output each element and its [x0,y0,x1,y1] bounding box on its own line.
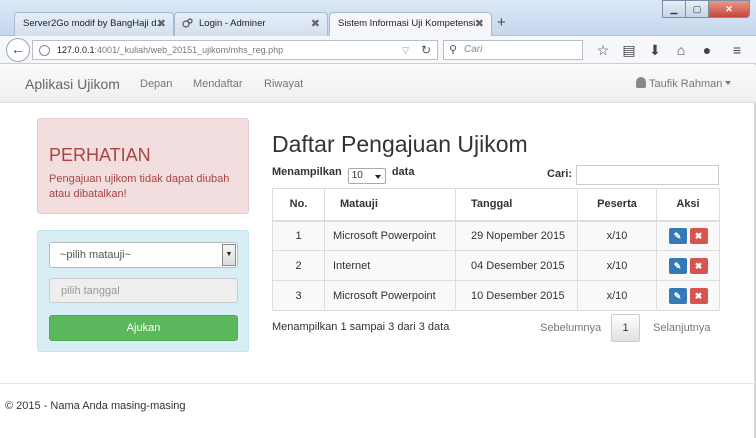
ajukan-button[interactable]: Ajukan [49,315,238,341]
download-icon[interactable]: ⬇ [642,41,668,59]
new-tab-icon[interactable]: + [497,14,506,31]
cell-tanggal: 04 Desember 2015 [455,250,578,281]
browser-search-input[interactable]: ⚲ Cari [443,40,583,60]
warning-alert: PERHATIAN Pengajuan ujikom tidak dapat d… [37,118,249,214]
caret-down-icon [725,81,732,85]
date-input[interactable]: pilih tanggal [49,278,238,303]
pagination-prev[interactable]: Sebelumnya [540,322,601,334]
cell-aksi: ✎ ✖ [656,280,720,311]
alert-title: PERHATIAN [49,145,151,165]
app-navbar: Aplikasi Ujikom Depan Mendaftar Riwayat … [0,65,756,103]
length-suffix: data [391,166,415,178]
column-header-aksi: Aksi [656,188,720,222]
maximize-icon[interactable]: ▢ [685,0,709,18]
tab-adminer[interactable]: Login - Adminer ✖ [174,12,328,36]
cell-tanggal: 29 Nopember 2015 [455,220,578,251]
dropdown-arrow-icon[interactable]: ▼ [222,244,236,266]
home-icon[interactable]: ⌂ [668,41,694,59]
matauji-select-value: ~pilih matauji~ [60,249,131,261]
table-row: 2 Internet 04 Desember 2015 x/10 ✎ ✖ [272,250,720,281]
table-row: 1 Microsoft Powerpoint 29 Nopember 2015 … [272,220,720,251]
column-header-tanggal[interactable]: Tanggal [455,188,578,222]
column-header-peserta[interactable]: Peserta [577,188,657,222]
pengajuan-table: No. Matauji Tanggal Peserta Aksi 1 Micro… [272,188,720,311]
window-controls: ▁ ▢ ✕ [662,0,750,18]
cell-peserta: x/10 [577,250,657,281]
footer-text: © 2015 - Nama Anda masing-masing [5,400,186,412]
back-arrow-icon[interactable]: ← [6,38,30,62]
delete-icon[interactable]: ✖ [689,287,708,304]
cell-no: 2 [272,250,325,281]
edit-icon[interactable]: ✎ [668,257,687,274]
pagination-page-1[interactable]: 1 [611,314,640,342]
table-info: Menampilkan 1 sampai 3 dari 3 data [272,321,450,333]
tab-label: Login - Adminer [199,18,266,29]
window-close-icon[interactable]: ✕ [708,0,750,18]
length-prefix: Menampilkan [272,166,342,178]
browser-tool-icons: ☆ ▤ ⬇ ⌂ ● ≡ [590,41,750,59]
browser-titlebar: Server2Go modif by BangHaji d... ✖ Login… [0,0,756,36]
search-icon: ⚲ [449,44,458,56]
nav-mendaftar[interactable]: Mendaftar [193,78,243,90]
cell-tanggal: 10 Desember 2015 [455,280,578,311]
chat-icon[interactable]: ● [694,41,720,59]
reading-list-icon[interactable]: ▤ [616,41,642,59]
edit-icon[interactable]: ✎ [668,287,687,304]
caret-down-icon [374,175,381,179]
delete-icon[interactable]: ✖ [689,227,708,244]
nav-riwayat[interactable]: Riwayat [264,78,303,90]
close-tab-icon[interactable]: ✖ [311,17,320,30]
browser-toolbar: ← 127.0.0.1:4001/_kuliah/web_20151_ujiko… [0,36,756,64]
length-control: Menampilkan 10 data [272,166,414,184]
pagination-next[interactable]: Selanjutnya [653,322,711,334]
tab-label: Server2Go modif by BangHaji d... [23,18,165,29]
cell-peserta: x/10 [577,280,657,311]
filter-input[interactable] [576,165,719,185]
page-title: Daftar Pengajuan Ujikom [272,131,528,157]
cell-no: 1 [272,220,325,251]
tab-ujikom[interactable]: Sistem Informasi Uji Kompetensi ✖ [329,12,492,36]
tab-label: Sistem Informasi Uji Kompetensi [338,18,476,29]
url-path: :4001/_kuliah/web_20151_ujikom/mhs_reg.p… [94,45,284,55]
alert-message: Pengajuan ujikom tidak dapat diubah atau… [49,173,230,200]
registration-form: ~pilih matauji~ ▼ pilih tanggal Ajukan [37,230,249,352]
url-host: 127.0.0.1 [57,45,95,55]
cell-matauji: Microsoft Powerpoint [324,220,456,251]
footer-divider [0,383,756,384]
column-header-no[interactable]: No. [272,188,325,222]
cell-aksi: ✎ ✖ [656,220,720,251]
edit-icon[interactable]: ✎ [668,227,687,244]
table-header-row: No. Matauji Tanggal Peserta Aksi [272,188,720,222]
column-header-matauji[interactable]: Matauji [324,188,456,222]
tab-server2go[interactable]: Server2Go modif by BangHaji d... ✖ [14,12,174,36]
reload-icon[interactable]: ↻ [421,43,431,57]
cell-peserta: x/10 [577,220,657,251]
menu-icon[interactable]: ≡ [724,41,750,59]
matauji-select[interactable]: ~pilih matauji~ ▼ [49,242,238,268]
dropdown-arrow-icon[interactable]: ▽ [402,45,409,56]
minimize-icon[interactable]: ▁ [662,0,686,18]
globe-icon [39,45,50,56]
user-menu[interactable]: Taufik Rahman [636,77,732,90]
cell-no: 3 [272,280,325,311]
cell-matauji: Microsoft Powerpoint [324,280,456,311]
length-select[interactable]: 10 [347,168,386,184]
filter-label: Cari: [547,168,573,180]
nav-depan[interactable]: Depan [140,78,172,90]
brand-link[interactable]: Aplikasi Ujikom [25,76,120,92]
table-row: 3 Microsoft Powerpoint 10 Desember 2015 … [272,280,720,311]
length-value: 10 [351,170,363,181]
bookmark-star-icon[interactable]: ☆ [590,41,616,59]
close-tab-icon[interactable]: ✖ [475,17,484,30]
cell-matauji: Internet [324,250,456,281]
adminer-icon [182,18,193,28]
user-icon [636,77,646,88]
close-tab-icon[interactable]: ✖ [157,17,166,30]
cell-aksi: ✎ ✖ [656,250,720,281]
address-bar[interactable]: 127.0.0.1:4001/_kuliah/web_20151_ujikom/… [32,40,438,60]
date-placeholder: pilih tanggal [61,285,120,297]
search-placeholder: Cari [464,44,483,55]
delete-icon[interactable]: ✖ [689,257,708,274]
user-name: Taufik Rahman [649,78,723,90]
